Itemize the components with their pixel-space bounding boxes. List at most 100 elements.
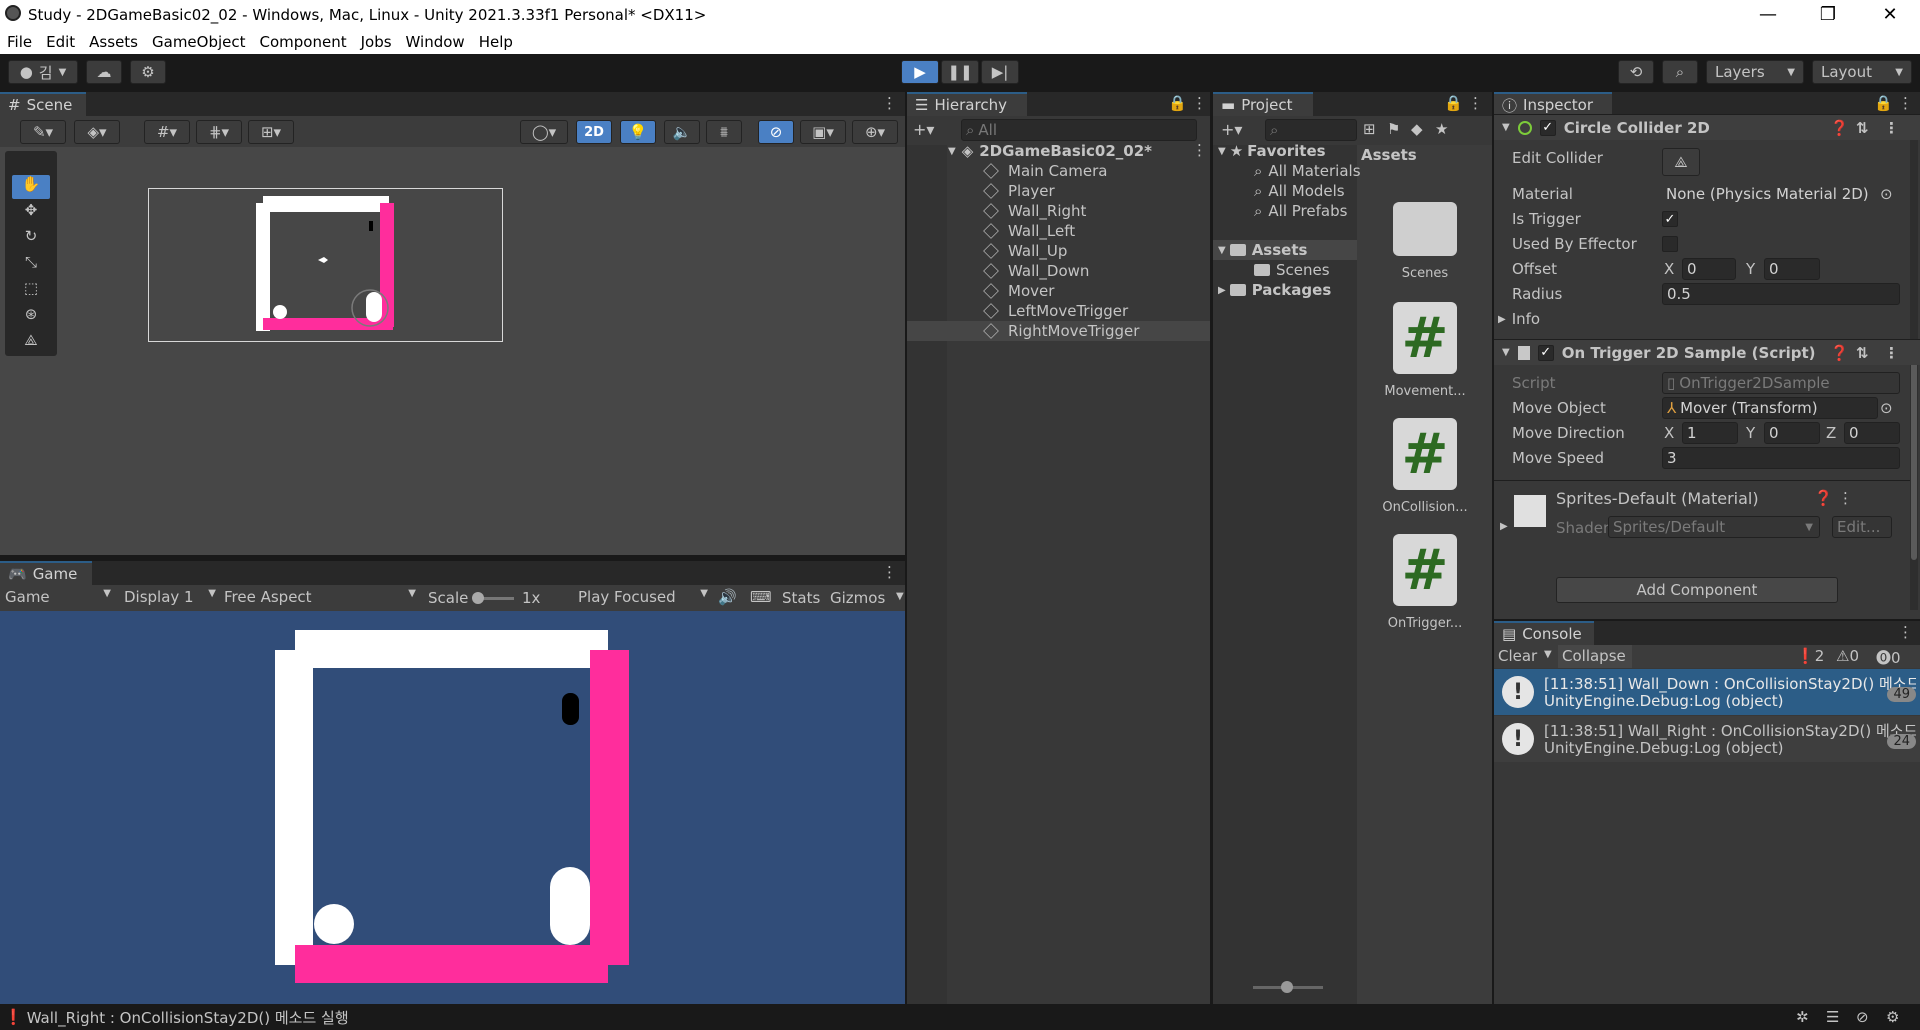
aspect-dropdown[interactable]: Free Aspect ▼ [224, 588, 416, 606]
assets-breadcrumb[interactable]: Assets [1361, 146, 1417, 164]
is-trigger-checkbox[interactable]: ✓ [1662, 211, 1678, 227]
account-dropdown[interactable]: ● 김 ▼ [8, 60, 78, 84]
layers-dropdown[interactable]: Layers ▼ [1706, 60, 1804, 84]
hierarchy-item-wall-up[interactable]: Wall_Up [983, 241, 1067, 261]
move-tool[interactable]: ✥ [12, 201, 50, 225]
collapse-toggle[interactable]: Collapse [1558, 645, 1632, 668]
effects-dropdown[interactable]: ⩩ [706, 120, 742, 144]
keyboard-icon[interactable]: ⌨ [750, 588, 772, 606]
tab-hierarchy[interactable]: ☰ Hierarchy [907, 92, 1027, 116]
icon-size-slider[interactable] [1253, 981, 1323, 993]
help-icon[interactable]: ❓ [1830, 344, 1849, 362]
mute-audio-icon[interactable]: 🔊 [718, 588, 737, 606]
close-button[interactable]: ✕ [1862, 0, 1918, 29]
hierarchy-item-wall-down[interactable]: Wall_Down [983, 261, 1089, 281]
scene-menu-icon[interactable]: ⋮ [882, 94, 897, 112]
grid-snap-dropdown[interactable]: #▾ [144, 120, 190, 144]
offset-x-input[interactable]: 0 [1682, 258, 1736, 280]
pause-button[interactable]: ❚❚ [941, 60, 979, 84]
menu-help[interactable]: Help [472, 33, 520, 51]
hierarchy-item-right-move-trigger[interactable]: RightMoveTrigger [983, 321, 1139, 341]
tab-game[interactable]: 🎮 Game [0, 561, 92, 585]
inspector-scrollbar-thumb[interactable] [1911, 360, 1917, 560]
info-filter-toggle[interactable]: ❗2 [1796, 647, 1824, 665]
move-object-field[interactable]: ⅄ Mover (Transform) [1662, 397, 1878, 419]
transform-tool[interactable]: ⊛ [12, 305, 50, 329]
layout-dropdown[interactable]: Layout ▼ [1812, 60, 1912, 84]
align-dropdown[interactable]: ⊞▾ [248, 120, 294, 144]
hierarchy-search-input[interactable]: ⌕ All [961, 119, 1197, 141]
lock-icon[interactable]: 🔒 [1444, 94, 1463, 112]
search-button[interactable]: ⌕ [1662, 60, 1698, 84]
display-dropdown[interactable]: Display 1 ▼ [124, 588, 216, 606]
asset-tile-scenes[interactable]: Scenes [1373, 194, 1477, 281]
menu-jobs[interactable]: Jobs [354, 33, 399, 51]
hierarchy-menu-icon[interactable]: ⋮ [1192, 94, 1207, 112]
move-speed-input[interactable]: 3 [1662, 447, 1900, 469]
icon-size-slider-thumb[interactable] [1281, 981, 1293, 993]
hierarchy-item-mover[interactable]: Mover [983, 281, 1054, 301]
favorite-all-models[interactable]: ⌕ All Models [1254, 181, 1345, 201]
2d-toggle[interactable]: 2D [576, 120, 612, 144]
console-entry[interactable]: ! [11:38:51] Wall_Right : OnCollisionSta… [1494, 716, 1920, 762]
favorites-group[interactable]: ▼ ★ Favorites [1218, 141, 1326, 161]
clear-button[interactable]: Clear [1498, 647, 1537, 665]
error-filter-toggle[interactable]: ⓿0 [1876, 647, 1901, 668]
collab-button[interactable]: ⚙ [130, 60, 166, 84]
project-menu-icon[interactable]: ⋮ [1468, 94, 1483, 112]
visibility-toggle[interactable]: ⊘ [758, 120, 794, 144]
object-picker-icon[interactable]: ⊙ [1880, 185, 1893, 203]
hierarchy-item-player[interactable]: Player [983, 181, 1055, 201]
rect-tool[interactable]: ⬚ [12, 279, 50, 303]
tab-project[interactable]: ▬ Project [1213, 92, 1313, 116]
circle-collider-header[interactable]: ▼ ✓ Circle Collider 2D ❓ ⇅ ⋮ [1494, 114, 1920, 140]
favorite-all-materials[interactable]: ⌕ All Materials [1254, 161, 1361, 181]
assets-folder[interactable]: ▼ Assets [1218, 240, 1307, 260]
project-create-dropdown[interactable]: +▾ [1221, 120, 1242, 139]
dir-z-input[interactable]: 0 [1844, 422, 1900, 444]
bug-icon[interactable]: ✲ [1796, 1008, 1809, 1026]
lighting-toggle[interactable]: 💡 [620, 120, 656, 144]
audio-toggle[interactable]: 🔈 [664, 120, 700, 144]
hierarchy-item-wall-right[interactable]: Wall_Right [983, 201, 1086, 221]
custom-tool[interactable]: ⟁ [12, 331, 50, 355]
history-button[interactable]: ⟲ [1618, 60, 1654, 84]
component-menu-icon[interactable]: ⋮ [1884, 344, 1899, 362]
game-menu-icon[interactable]: ⋮ [882, 563, 897, 581]
game-view[interactable] [0, 611, 905, 1004]
info-foldout[interactable]: ▶ Info [1498, 308, 1540, 330]
favorite-all-prefabs[interactable]: ⌕ All Prefabs [1254, 201, 1347, 221]
help-icon[interactable]: ❓ [1830, 119, 1849, 137]
script-component-header[interactable]: ▼ ✓ On Trigger 2D Sample (Script) ❓ ⇅ ⋮ [1494, 339, 1920, 365]
radius-input[interactable]: 0.5 [1662, 283, 1900, 305]
render-mode-dropdown[interactable]: ◈▾ [74, 120, 120, 144]
camera-dropdown[interactable]: ▣▾ [800, 120, 846, 144]
play-focused-dropdown[interactable]: Play Focused ▼ [578, 588, 708, 606]
add-component-button[interactable]: Add Component [1556, 577, 1838, 603]
inspector-menu-icon[interactable]: ⋮ [1898, 94, 1913, 112]
game-view-dropdown[interactable]: Game ▼ [5, 588, 111, 606]
menu-gameobject[interactable]: GameObject [145, 33, 253, 51]
material-menu-icon[interactable]: ⋮ [1838, 489, 1853, 507]
chevron-down-icon[interactable]: ▼ [896, 591, 904, 602]
scene-view[interactable]: ✋ ✥ ↻ ⤡ ⬚ ⊛ ⟁ [0, 147, 905, 555]
network-icon[interactable]: ⊘ [1856, 1008, 1869, 1026]
create-dropdown[interactable]: +▾ [913, 120, 934, 139]
dir-x-input[interactable]: 1 [1682, 422, 1738, 444]
expand-arrow-icon[interactable]: ▶ [1500, 521, 1508, 532]
cloud-button[interactable]: ☁ [86, 60, 122, 84]
script-enabled-checkbox[interactable]: ✓ [1537, 344, 1554, 361]
stats-button[interactable]: Stats [782, 589, 820, 607]
offset-y-input[interactable]: 0 [1764, 258, 1820, 280]
minimize-button[interactable]: — [1740, 0, 1796, 29]
menu-edit[interactable]: Edit [39, 33, 82, 51]
hierarchy-item-main-camera[interactable]: Main Camera [983, 161, 1107, 181]
used-by-effector-checkbox[interactable] [1662, 236, 1678, 252]
warning-filter-toggle[interactable]: ⚠0 [1836, 647, 1859, 665]
increment-snap-dropdown[interactable]: ⋕▾ [196, 120, 242, 144]
edit-collider-button[interactable]: ⟁ [1662, 148, 1700, 176]
object-picker-icon[interactable]: ⊙ [1880, 399, 1893, 417]
filter-type-icon[interactable]: ⚑ [1387, 120, 1400, 138]
presets-icon[interactable]: ⇅ [1856, 119, 1869, 137]
dir-y-input[interactable]: 0 [1764, 422, 1820, 444]
